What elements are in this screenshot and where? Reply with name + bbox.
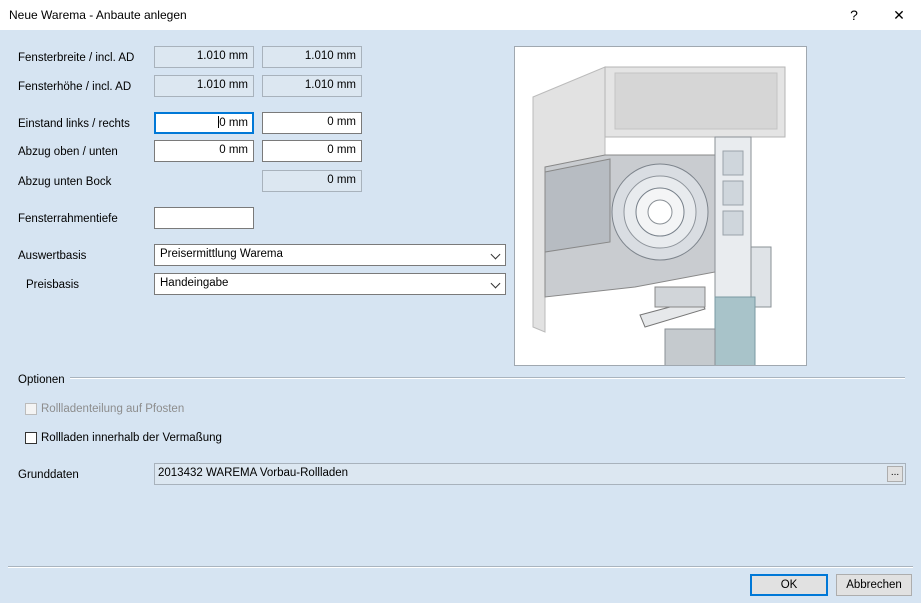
chevron-down-icon xyxy=(490,278,501,289)
preisbasis-value: Handeingabe xyxy=(160,277,229,289)
text-caret xyxy=(218,116,220,128)
ok-button[interactable]: OK xyxy=(750,574,828,596)
rollladenteilung-label: Rollladenteilung auf Pfosten xyxy=(41,403,185,415)
auswertbasis-value: Preisermittlung Warema xyxy=(160,248,283,260)
grunddaten-field: 2013432 WAREMA Vorbau-Rollladen ... xyxy=(154,463,906,485)
preisbasis-label: Preisbasis xyxy=(26,279,80,291)
grunddaten-value: 2013432 WAREMA Vorbau-Rollladen xyxy=(158,467,349,479)
title-bar: Neue Warema - Anbaute anlegen ? ✕ xyxy=(0,0,921,30)
auswertbasis-label: Auswertbasis xyxy=(18,250,87,262)
einstand-links-input[interactable]: 0 mm xyxy=(154,112,254,134)
abzug-oben-input[interactable]: 0 mm xyxy=(154,140,254,162)
close-icon: ✕ xyxy=(893,6,905,23)
abzug-bock-label: Abzug unten Bock xyxy=(18,176,112,188)
preisbasis-select[interactable]: Handeingabe xyxy=(154,273,506,295)
fensterrahmentiefe-label: Fensterrahmentiefe xyxy=(18,213,118,225)
help-button[interactable]: ? xyxy=(832,2,876,28)
dialog-client-area: Fensterbreite / incl. AD 1.010 mm 1.010 … xyxy=(0,30,921,603)
rollladen-preview-image xyxy=(514,46,807,366)
fensterhoehe-label: Fensterhöhe / incl. AD xyxy=(18,81,132,93)
abzug-bock-field: 0 mm xyxy=(262,170,362,192)
auswertbasis-select[interactable]: Preisermittlung Warema xyxy=(154,244,506,266)
rollladen-illustration xyxy=(515,47,806,365)
window-title: Neue Warema - Anbaute anlegen xyxy=(9,8,187,22)
cancel-button[interactable]: Abbrechen xyxy=(836,574,912,596)
fensterbreite-field-2: 1.010 mm xyxy=(262,46,362,68)
abzug-label: Abzug oben / unten xyxy=(18,146,118,158)
fensterrahmentiefe-input[interactable] xyxy=(154,207,254,229)
optionen-divider xyxy=(70,377,905,379)
chevron-down-icon xyxy=(490,249,501,260)
close-button[interactable]: ✕ xyxy=(877,2,921,28)
help-icon: ? xyxy=(850,7,858,23)
fensterhoehe-field-2: 1.010 mm xyxy=(262,75,362,97)
rollladenteilung-checkbox[interactable] xyxy=(25,403,37,415)
fensterbreite-label: Fensterbreite / incl. AD xyxy=(18,52,135,64)
grunddaten-browse-button[interactable]: ... xyxy=(887,466,903,482)
footer-separator xyxy=(8,566,913,568)
fensterhoehe-field-1: 1.010 mm xyxy=(154,75,254,97)
vermassung-label: Rollladen innerhalb der Vermaßung xyxy=(41,432,222,444)
optionen-header: Optionen xyxy=(18,374,65,386)
grunddaten-label: Grunddaten xyxy=(18,469,79,481)
einstand-label: Einstand links / rechts xyxy=(18,118,130,130)
abzug-unten-input[interactable]: 0 mm xyxy=(262,140,362,162)
vermassung-checkbox[interactable] xyxy=(25,432,37,444)
fensterbreite-field-1: 1.010 mm xyxy=(154,46,254,68)
einstand-rechts-input[interactable]: 0 mm xyxy=(262,112,362,134)
